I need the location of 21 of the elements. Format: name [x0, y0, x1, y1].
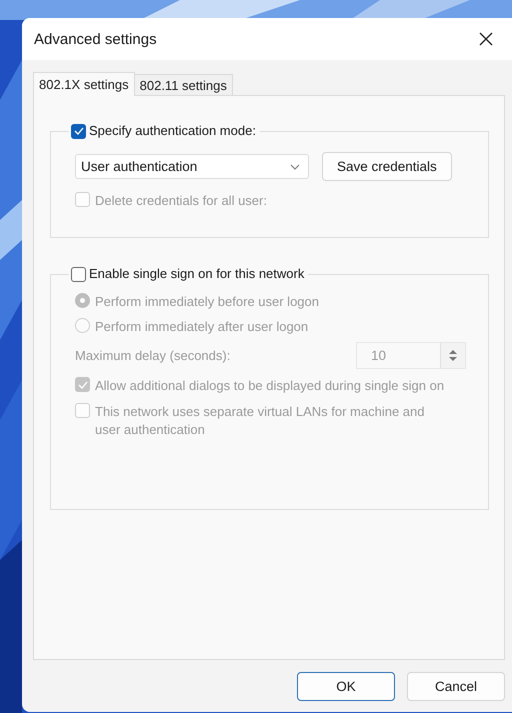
cancel-button[interactable]: Cancel	[407, 672, 505, 700]
ok-button[interactable]: OK	[297, 672, 395, 700]
save-credentials-button[interactable]: Save credentials	[322, 152, 452, 181]
window-title: Advanced settings	[34, 30, 157, 48]
checkbox-label: Specify authentication mode:	[89, 122, 256, 140]
checkmark-icon	[78, 380, 88, 388]
checkbox[interactable]	[71, 124, 86, 138]
checkbox-label: Enable single sign on for this network	[89, 265, 304, 283]
chevron-down-icon	[290, 164, 300, 170]
tab[interactable]: 802.1X settings	[33, 72, 135, 96]
mode-dropdown[interactable]: User authentication	[75, 154, 309, 179]
checkmark-icon	[74, 127, 84, 135]
radio-label: Perform immediately before user logon	[95, 293, 319, 311]
checkbox[interactable]	[71, 266, 86, 282]
tab[interactable]: 802.11 settings	[134, 74, 233, 96]
radio-label: Perform immediately after user logon	[95, 318, 308, 336]
checkbox-label: Delete credentials for all user:	[95, 192, 267, 210]
checkbox-label: This network uses separate virtual LANs for machine and user authentication	[95, 403, 426, 439]
delay-label: Maximum delay (seconds):	[75, 346, 230, 364]
checkbox-label: Allow additional dialogs to be displayed during single sign on	[95, 377, 444, 395]
spin-arrows-icon[interactable]	[440, 343, 465, 368]
